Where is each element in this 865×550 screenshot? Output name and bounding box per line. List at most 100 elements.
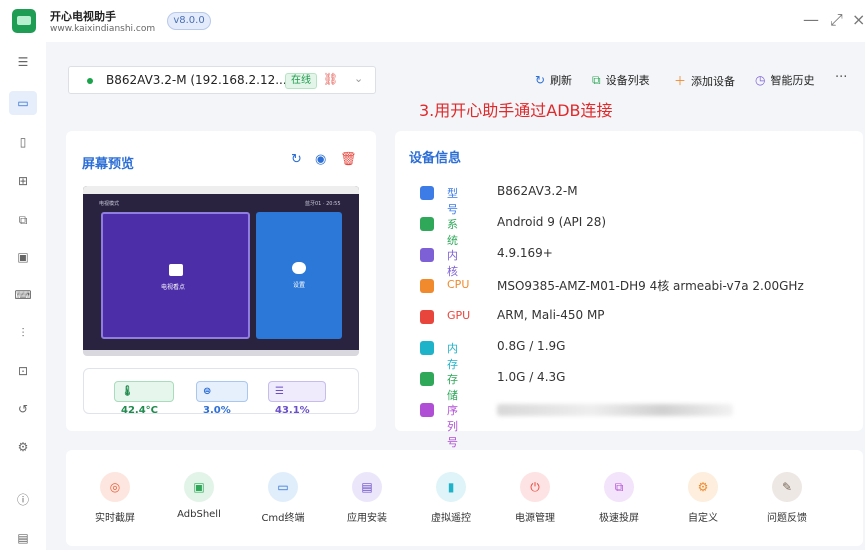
device-name: B862AV3.2-M (192.168.2.12... [106, 73, 287, 87]
cpu-icon [420, 279, 434, 293]
temperature-badge: 🌡 42.4°C [114, 381, 174, 416]
info-value: 4.9.169+ [497, 246, 553, 260]
feedback-icon: ✎ [772, 472, 802, 502]
tool-label: 虚拟遥控 [431, 513, 471, 524]
info-value: ARM, Mali-450 MP [497, 308, 605, 322]
info-value: Android 9 (API 28) [497, 215, 607, 229]
hash-icon [420, 403, 434, 417]
tool-button[interactable]: ◎ 实时截屏 [80, 472, 150, 524]
gear-icon: ⚙ [688, 472, 718, 502]
plus-icon: ＋ [674, 74, 687, 88]
shell-icon: ▣ [184, 472, 214, 502]
close-button[interactable]: × [852, 10, 865, 29]
storage-icon [420, 372, 434, 386]
tool-label: 问题反馈 [767, 513, 807, 524]
device-list-button[interactable]: ⧉ 设备列表 [592, 72, 650, 88]
title-bar: 开心电视助手 www.kaixindianshi.com v8.0.0 — ⤢ … [0, 0, 865, 42]
info-label: 内核 [447, 249, 458, 278]
tool-label: Cmd终端 [261, 513, 305, 524]
refresh-icon: ↻ [535, 73, 546, 87]
sidebar-item-monitor-icon[interactable]: ▭ [9, 91, 37, 115]
tool-button[interactable]: ▤ 应用安装 [332, 472, 402, 524]
sidebar-item-phone-icon[interactable]: ▯ [9, 130, 37, 154]
android-icon [420, 217, 434, 231]
refresh-button[interactable]: ↻ 刷新 [535, 72, 572, 88]
info-value: 0.8G / 1.9G [497, 339, 566, 353]
info-label: CPU [447, 278, 470, 291]
info-value: MSO9385-AMZ-M01-DH9 4核 armeabi-v7a 2.00G… [497, 279, 804, 293]
version-badge[interactable]: v8.0.0 [167, 12, 211, 30]
sidebar-item-document-icon[interactable]: ▤ [9, 526, 37, 550]
tv-icon [420, 186, 434, 200]
memory-usage-badge: ☰ 43.1% [268, 381, 326, 416]
app-url: www.kaixindianshi.com [50, 24, 156, 34]
settings-tile: 设置 [256, 212, 342, 339]
sidebar-item-sliders-icon[interactable]: ⫶ [9, 321, 37, 345]
sidebar-item-image-icon[interactable]: ▣ [9, 245, 37, 269]
tool-label: 应用安装 [347, 513, 387, 524]
sidebar-item-terminal-icon[interactable]: ⊡ [9, 359, 37, 383]
smart-history-button[interactable]: ◷ 智能历史 [755, 72, 814, 88]
sidebar-item-cast-icon[interactable]: ⧉ [9, 208, 37, 232]
sidebar-item-apps-icon[interactable]: ⊞ [9, 169, 37, 193]
remote-icon: ▮ [436, 472, 466, 502]
tool-button[interactable]: ▣ AdbShell [164, 472, 234, 520]
cast-icon: ⧉ [604, 472, 634, 502]
play-icon [169, 264, 183, 276]
serial-number-redacted [497, 404, 733, 416]
tool-button[interactable]: ▮ 虚拟遥控 [416, 472, 486, 524]
tool-label: 实时截屏 [95, 513, 135, 524]
info-label: GPU [447, 309, 471, 322]
add-device-button[interactable]: ＋添加设备 [674, 72, 735, 89]
device-list-icon: ⧉ [592, 73, 601, 87]
sidebar-item-laptop-icon[interactable]: ⌨ [9, 283, 37, 307]
screen-mirror[interactable]: 电视模式 蓝牙01 · 20:55 电视看点 设置 [83, 186, 359, 356]
status-badge: 在线 [285, 73, 317, 89]
menu-icon[interactable]: ☰ [9, 50, 37, 74]
tool-button[interactable]: ⧉ 极速投屏 [584, 472, 654, 524]
gpu-icon [420, 310, 434, 324]
device-info-title: 设备信息 [409, 151, 462, 166]
info-value: B862AV3.2-M [497, 184, 578, 198]
screen-mode-label: 电视模式 [99, 201, 120, 207]
app-name: 开心电视助手 [50, 10, 116, 23]
maximize-button[interactable]: ⤢ [830, 10, 843, 30]
screen-status-label: 蓝牙01 · 20:55 [305, 201, 341, 207]
trash-icon[interactable]: 🗑 [340, 152, 357, 167]
annotation-text: 3.用开心助手通过ADB连接 [419, 101, 613, 120]
install-icon: ▤ [352, 472, 382, 502]
tool-label: 极速投屏 [599, 513, 639, 524]
terminal-icon: ▭ [268, 472, 298, 502]
app-logo-icon [12, 9, 36, 33]
minimize-button[interactable]: — [803, 10, 819, 29]
sidebar-item-settings-icon[interactable]: ⚙ [9, 435, 37, 459]
info-label: 序列号 [447, 404, 458, 449]
sidebar-item-history-icon[interactable]: ↺ [9, 397, 37, 421]
tool-button[interactable]: ▭ Cmd终端 [248, 472, 318, 524]
history-icon: ◷ [755, 73, 766, 87]
tv-highlights-tile: 电视看点 [101, 212, 250, 339]
sidebar-item-info-icon[interactable]: ⓘ [9, 488, 37, 512]
info-label: 内存 [447, 342, 458, 371]
info-value: 1.0G / 4.3G [497, 370, 566, 384]
power-icon: ⏻ [520, 472, 550, 502]
chevron-down-icon[interactable]: ⌄ [354, 72, 363, 85]
device-selector[interactable]: B862AV3.2-M (192.168.2.12... 在线 ⛓ ⌄ [68, 66, 376, 94]
info-label: 型号 [447, 187, 458, 216]
eye-icon[interactable]: ◉ [315, 152, 326, 167]
settings-gear-icon [292, 262, 306, 274]
cpu-usage-badge: ⊜ 3.0% [196, 381, 248, 416]
memory-icon [420, 341, 434, 355]
tool-button[interactable]: ⏻ 电源管理 [500, 472, 570, 524]
link-icon[interactable]: ⛓ [323, 72, 338, 86]
refresh-preview-icon[interactable]: ↻ [291, 152, 302, 167]
sidebar: ☰ ▭ ▯ ⊞ ⧉ ▣ ⌨ ⫶ ⊡ ↺ ⚙ ⓘ ▤ [0, 42, 46, 550]
more-menu-button[interactable]: ··· [835, 70, 847, 85]
info-label: 存储 [447, 373, 458, 402]
tool-label: AdbShell [177, 509, 221, 520]
layers-icon [420, 248, 434, 262]
tool-button[interactable]: ⚙ 自定义 [668, 472, 738, 524]
preview-title: 屏幕预览 [82, 157, 135, 172]
tool-button[interactable]: ✎ 问题反馈 [752, 472, 822, 524]
tool-label: 电源管理 [515, 513, 555, 524]
